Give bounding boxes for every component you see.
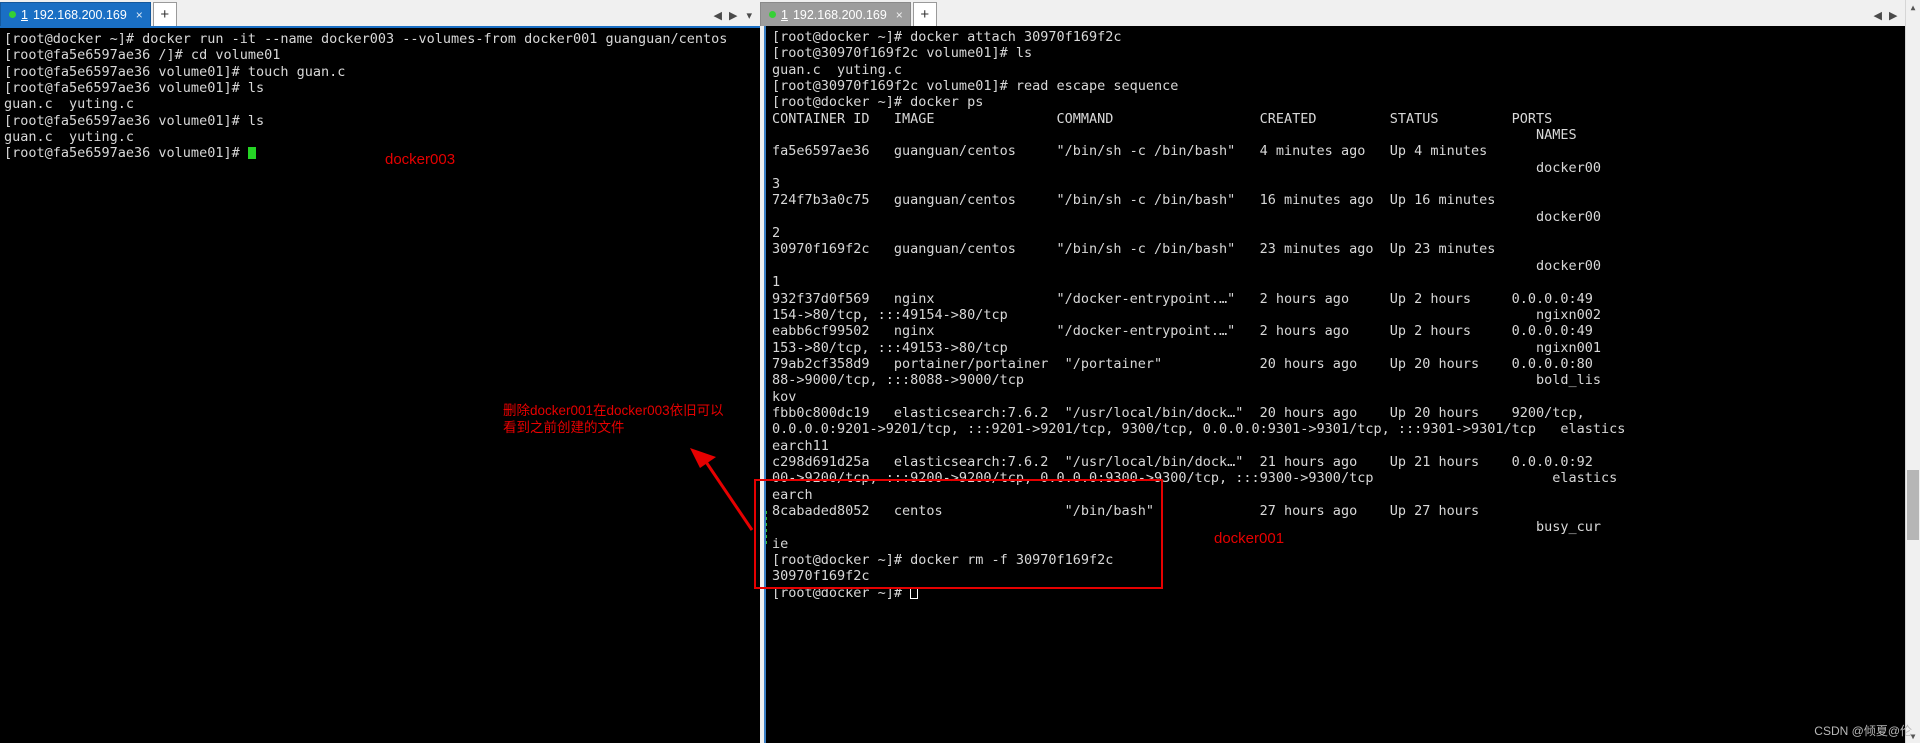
close-icon[interactable]: × (896, 8, 903, 22)
chevron-down-icon[interactable]: ▾ (746, 11, 752, 22)
right-terminal-lines: [root@docker ~]# docker attach 30970f169… (772, 29, 1920, 601)
connection-status-dot-icon (9, 11, 16, 18)
terminal-line: [root@docker ~]# docker ps (772, 94, 984, 111)
terminal-line: ie (772, 535, 789, 552)
terminal-line: 79ab2cf358d9 portainer/portainer "/porta… (772, 355, 1593, 372)
terminal-tick-marks (766, 511, 767, 547)
connection-status-dot-icon (769, 11, 776, 18)
right-tab-index: 1 (781, 7, 788, 22)
left-tab-index: 1 (21, 7, 28, 22)
terminal-line: CONTAINER ID IMAGE COMMAND CREATED STATU… (772, 110, 1553, 127)
chevron-left-icon[interactable]: ◀ (714, 11, 722, 22)
left-tabstrip-controls: ◀ ▶ ▾ (714, 11, 760, 26)
annotation-note-line-1: 删除docker001在docker003依旧可以 (503, 403, 724, 418)
terminal-line: 154->80/tcp, :::49154->80/tcp ngixn002 (772, 306, 1602, 323)
terminal-line: 30970f169f2c guanguan/centos "/bin/sh -c… (772, 241, 1496, 258)
terminal-line: 153->80/tcp, :::49153->80/tcp ngixn001 (772, 339, 1602, 356)
left-tabstrip: 1 192.168.200.169 × + ◀ ▶ ▾ (0, 0, 760, 26)
annotation-docker001-label: docker001 (1214, 530, 1285, 547)
terminal-line: guan.c yuting.c (772, 61, 903, 78)
terminal-line: 1 (772, 274, 781, 291)
terminal-line: [root@30970f169f2c volume01]# ls (772, 45, 1033, 62)
terminal-line: 3 (772, 176, 781, 193)
terminal-line: earch (772, 486, 813, 503)
terminal-line: busy_cur (772, 519, 1602, 536)
scroll-thumb[interactable] (1907, 470, 1919, 540)
annotation-note-line-2: 看到之前创建的文件 (503, 420, 625, 435)
terminal-line: guan.c yuting.c (4, 129, 135, 146)
watermark: CSDN @倾夏@伦 (1814, 724, 1912, 738)
right-tab-title: 192.168.200.169 (792, 7, 887, 22)
terminal-line: 724f7b3a0c75 guanguan/centos "/bin/sh -c… (772, 192, 1496, 209)
right-terminal-scrollbar[interactable]: ▲ ▼ (1905, 0, 1920, 743)
right-tabstrip: 1 192.168.200.169 × + ◀ ▶ ▾ (760, 0, 1920, 26)
annotation-chinese-note: 删除docker001在docker003依旧可以 看到之前创建的文件 (503, 402, 743, 436)
terminal-line: [root@docker ~]# (772, 585, 1920, 601)
terminal-line: 932f37d0f569 nginx "/docker-entrypoint.…… (772, 290, 1593, 307)
red-arrow-icon (690, 448, 754, 531)
terminal-line: [root@fa5e6597ae36 volume01]# touch guan… (4, 63, 346, 80)
terminal-line: 00->9200/tcp, :::9200->9200/tcp, 0.0.0.0… (772, 470, 1618, 487)
right-tab-1[interactable]: 1 192.168.200.169 × (760, 2, 911, 26)
terminal-line: 8cabaded8052 centos "/bin/bash" 27 hours… (772, 502, 1480, 519)
terminal-line: [root@fa5e6597ae36 volume01]# (4, 145, 760, 161)
terminal-cursor (247, 147, 256, 160)
terminal-line: c298d691d25a elasticsearch:7.6.2 "/usr/l… (772, 453, 1593, 470)
terminal-line: docker00 (772, 159, 1602, 176)
terminal-line: [root@docker ~]# docker attach 30970f169… (772, 29, 1122, 45)
left-new-tab-button[interactable]: + (152, 2, 177, 26)
left-terminal-window: 1 192.168.200.169 × + ◀ ▶ ▾ [root@docker… (0, 0, 760, 743)
app-root: 1 192.168.200.169 × + ◀ ▶ ▾ [root@docker… (0, 0, 1920, 743)
terminal-line: fbb0c800dc19 elasticsearch:7.6.2 "/usr/l… (772, 404, 1585, 421)
terminal-line: [root@docker ~]# docker run -it --name d… (4, 31, 728, 47)
terminal-line: [root@fa5e6597ae36 /]# cd volume01 (4, 47, 281, 64)
terminal-line: 0.0.0.0:9201->9201/tcp, :::9201->9201/tc… (772, 421, 1626, 438)
left-tab-1[interactable]: 1 192.168.200.169 × (0, 2, 151, 26)
terminal-line: fa5e6597ae36 guanguan/centos "/bin/sh -c… (772, 143, 1488, 160)
terminal-line: 30970f169f2c (772, 568, 870, 585)
right-new-tab-button[interactable]: + (912, 2, 937, 26)
scroll-up-icon[interactable]: ▲ (1906, 0, 1920, 14)
terminal-line: [root@docker ~]# docker rm -f 30970f169f… (772, 552, 1114, 568)
terminal-line: [root@fa5e6597ae36 volume01]# ls (4, 80, 265, 97)
terminal-line: earch11 (772, 437, 829, 454)
terminal-line: 88->9000/tcp, :::8088->9000/tcp bold_lis (772, 372, 1602, 389)
terminal-line: NAMES (772, 127, 1577, 144)
left-tab-title: 192.168.200.169 (32, 7, 127, 22)
terminal-line: [root@fa5e6597ae36 volume01]# ls (4, 112, 265, 129)
annotation-docker003-label: docker003 (385, 151, 456, 168)
terminal-line: guan.c yuting.c (4, 96, 135, 113)
close-icon[interactable]: × (136, 8, 143, 22)
terminal-line: docker00 (772, 257, 1602, 274)
terminal-cursor (910, 586, 919, 599)
terminal-line: eabb6cf99502 nginx "/docker-entrypoint.…… (772, 323, 1593, 340)
right-terminal-output[interactable]: [root@docker ~]# docker attach 30970f169… (764, 26, 1920, 743)
chevron-right-icon[interactable]: ▶ (1889, 11, 1897, 22)
left-terminal-output[interactable]: [root@docker ~]# docker run -it --name d… (0, 26, 760, 743)
right-terminal-window: 1 192.168.200.169 × + ◀ ▶ ▾ [root@docker… (760, 0, 1920, 743)
terminal-line: [root@30970f169f2c volume01]# read escap… (772, 78, 1179, 95)
chevron-left-icon[interactable]: ◀ (1874, 11, 1882, 22)
left-terminal-lines: [root@docker ~]# docker run -it --name d… (4, 31, 760, 162)
terminal-line: docker00 (772, 208, 1602, 225)
terminal-line: kov (772, 388, 797, 405)
terminal-line: 2 (772, 225, 781, 242)
chevron-right-icon[interactable]: ▶ (729, 11, 737, 22)
